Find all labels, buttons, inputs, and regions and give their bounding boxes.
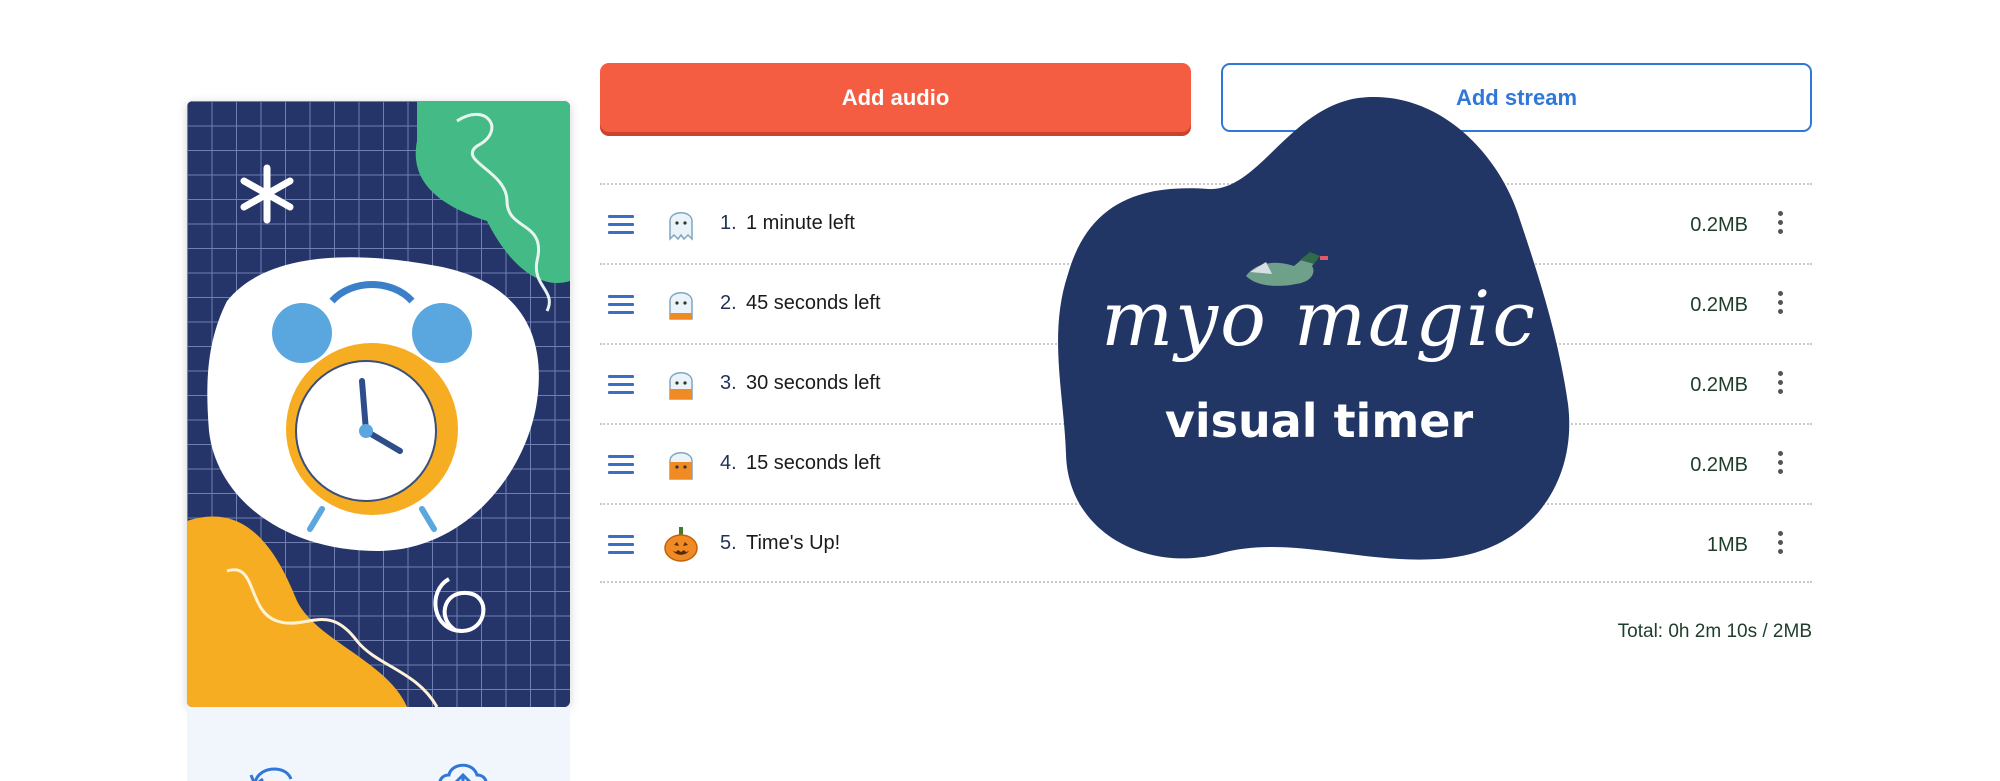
- drag-handle-icon[interactable]: [608, 215, 634, 235]
- drag-handle-icon[interactable]: [608, 455, 634, 475]
- drag-handle-icon[interactable]: [608, 295, 634, 315]
- track-title: 1 minute left: [746, 212, 855, 234]
- track-number: 4.: [720, 452, 737, 474]
- track-number: 2.: [720, 292, 737, 314]
- more-vertical-icon[interactable]: [1774, 451, 1786, 477]
- track-title: Time's Up!: [746, 532, 841, 554]
- more-vertical-icon[interactable]: [1774, 291, 1786, 317]
- more-vertical-icon[interactable]: [1774, 211, 1786, 237]
- playlist-total: Total: 0h 2m 10s / 2MB: [1617, 621, 1812, 642]
- track-number: 3.: [720, 372, 737, 394]
- ghost-pumpkin-icon: [669, 292, 693, 320]
- ghost-pumpkin-icon: [669, 452, 693, 480]
- cover-illustration: [187, 101, 570, 707]
- more-vertical-icon[interactable]: [1774, 531, 1786, 557]
- refresh-icon[interactable]: [245, 755, 301, 781]
- more-vertical-icon[interactable]: [1774, 371, 1786, 397]
- track-title: 30 seconds left: [746, 372, 881, 394]
- ghost-pumpkin-icon: [669, 372, 693, 400]
- track-size: 0.2MB: [1690, 454, 1748, 476]
- drag-handle-icon[interactable]: [608, 535, 634, 555]
- track-size: 0.2MB: [1690, 214, 1748, 236]
- logo-subtitle: visual timer: [1164, 394, 1474, 448]
- track-title: 45 seconds left: [746, 292, 881, 314]
- drag-handle-icon[interactable]: [608, 375, 634, 395]
- track-number: 1.: [720, 212, 737, 234]
- cloud-upload-icon[interactable]: [435, 755, 491, 781]
- track-size: 0.2MB: [1690, 374, 1748, 396]
- track-title: 15 seconds left: [746, 452, 881, 474]
- track-number: 5.: [720, 532, 737, 554]
- ghost-icon: [669, 212, 693, 241]
- track-size: 0.2MB: [1690, 294, 1748, 316]
- track-size: 1MB: [1706, 534, 1748, 556]
- cover-actions-bar: [187, 707, 570, 781]
- brand-logo: myo magic visual timer: [1058, 94, 1580, 566]
- cover-artwork: [187, 101, 570, 707]
- logo-title: myo magic: [1101, 274, 1537, 363]
- pumpkin-icon: [664, 527, 698, 562]
